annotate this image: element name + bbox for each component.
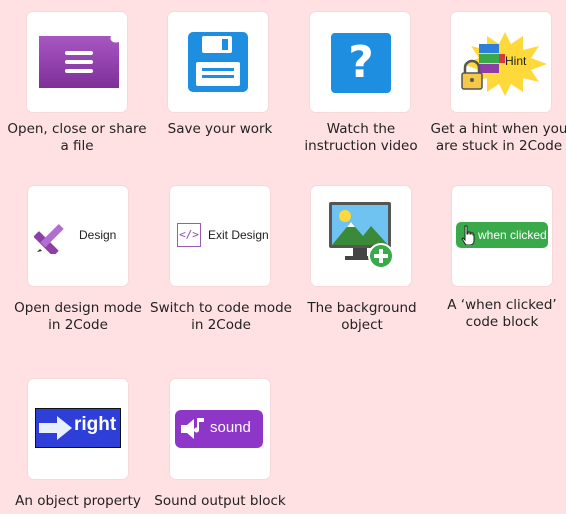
pencil-ruler-icon xyxy=(34,223,64,254)
sound-output-block: sound xyxy=(175,410,263,448)
arrow-right-icon xyxy=(39,416,72,440)
sound-caption: Sound output block xyxy=(154,493,286,509)
background-object-caption: The background object xyxy=(307,300,417,333)
file-menu-caption: Open, close or share a file xyxy=(7,121,147,154)
object-property-card[interactable]: right xyxy=(28,379,128,479)
hint-caption: Get a hint when you are stuck in 2Code xyxy=(430,121,566,154)
sound-label: sound xyxy=(210,419,251,436)
save-caption: Save your work xyxy=(167,121,273,137)
question-mark-icon: ? xyxy=(331,33,391,93)
sound-card[interactable]: sound xyxy=(170,379,270,479)
when-clicked-label: when clicked xyxy=(478,228,547,242)
when-clicked-caption: A ‘when clicked’ code block xyxy=(447,297,557,330)
when-clicked-card[interactable]: when clicked xyxy=(452,186,552,286)
file-menu-icon xyxy=(39,36,119,88)
design-label: Design xyxy=(79,228,117,242)
floppy-disk-icon xyxy=(188,32,248,92)
speaker-note-icon xyxy=(181,418,204,439)
background-object-card[interactable] xyxy=(311,186,411,286)
instruction-video-caption: Watch the instruction video xyxy=(304,121,418,154)
design-button: Design xyxy=(34,218,126,254)
exit-design-card[interactable]: </> Exit Design xyxy=(170,186,270,286)
hint-card[interactable]: Hint xyxy=(451,12,551,112)
when-clicked-block: when clicked xyxy=(456,222,548,248)
file-menu-card[interactable] xyxy=(27,12,127,112)
hint-icon: Hint xyxy=(459,30,551,100)
design-caption: Open design mode in 2Code xyxy=(14,300,142,333)
exit-design-label: Exit Design xyxy=(208,228,269,242)
right-label: right xyxy=(74,414,117,435)
exit-design-caption: Switch to code mode in 2Code xyxy=(150,300,292,333)
object-property-caption: An object property xyxy=(15,493,141,509)
code-brackets-icon: </> xyxy=(177,223,201,247)
exit-design-button: </> Exit Design xyxy=(174,218,270,254)
instruction-video-card[interactable]: ? xyxy=(310,12,410,112)
background-image-icon xyxy=(329,202,394,269)
hint-label: Hint xyxy=(505,54,527,68)
design-card[interactable]: Design xyxy=(28,186,128,286)
hand-pointer-icon xyxy=(461,225,475,245)
save-card[interactable] xyxy=(168,12,268,112)
right-property-block: right xyxy=(35,408,121,448)
